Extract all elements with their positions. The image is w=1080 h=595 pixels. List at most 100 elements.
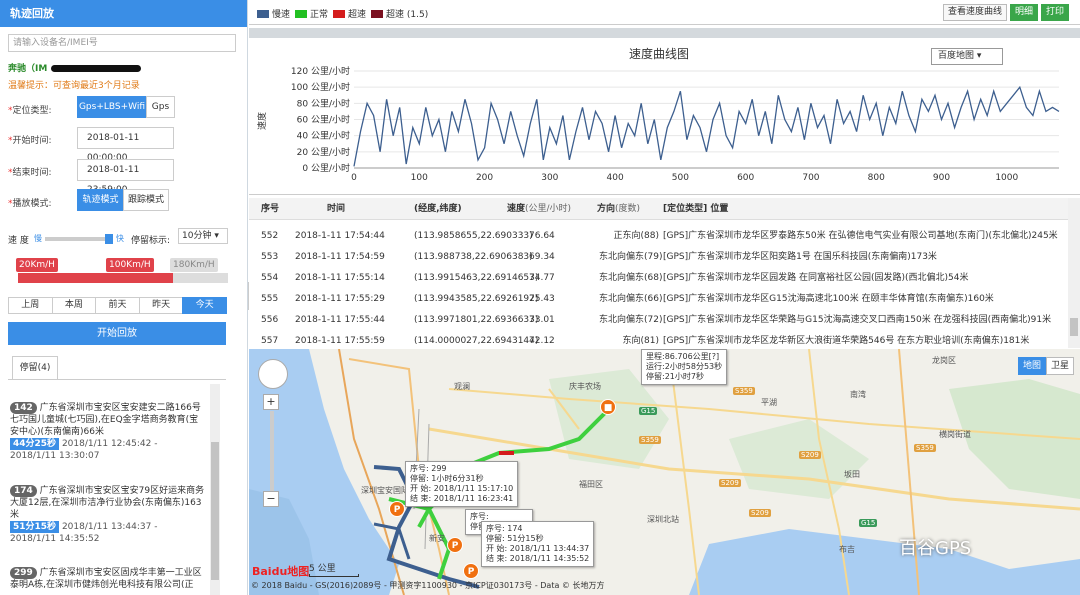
- col-speed: 速度(公里/小时): [507, 204, 572, 214]
- print-button[interactable]: 打印: [1041, 4, 1070, 21]
- legend-swatch: [257, 10, 269, 18]
- start-playback-button[interactable]: 开始回放: [8, 322, 226, 345]
- map-label: 深圳北站: [647, 515, 679, 524]
- y-tick-label: 120 公里/小时: [291, 65, 350, 77]
- map-label: 新安: [429, 534, 445, 543]
- start-time-input[interactable]: 2018-01-11 00:00:00: [77, 127, 174, 163]
- table-cell: (113.9858655,22.690333): [414, 231, 533, 241]
- slider-knob[interactable]: [105, 234, 113, 244]
- y-tick-label: 80 公里/小时: [297, 97, 350, 109]
- map-label: 福田区: [579, 480, 603, 489]
- table-cell: 552: [261, 231, 279, 241]
- parking-marker[interactable]: P: [463, 563, 479, 579]
- detail-button[interactable]: 明细: [1010, 4, 1039, 21]
- table-row[interactable]: 555 2018-1-11 17:55:29 (113.9943585,22.692…: [249, 289, 1069, 310]
- stop-item[interactable]: 299 广东省深圳市宝安区固戍华丰第一工业区泰明A栋,在深圳市健炜创光电科技有限…: [10, 567, 206, 591]
- table-cell: 2018-1-11 17:54:44: [295, 231, 385, 241]
- table-cell: 东北向偏东(66): [599, 294, 663, 304]
- left-panel: 轨迹回放 请输入设备名/IMEI号 奔驰（IM 温馨提示：可查询最近3个月记录 …: [0, 0, 248, 595]
- map-copyright: © 2018 Baidu - GS(2016)2089号 - 甲测资字11009…: [251, 581, 605, 590]
- stop-mark-select[interactable]: 10分钟 ▾: [178, 228, 228, 244]
- col-seq: 序号: [261, 204, 280, 214]
- locate-gps-button[interactable]: Gps: [146, 96, 175, 118]
- end-time-input[interactable]: 2018-01-11 23:59:00: [77, 159, 174, 195]
- track-mode-button[interactable]: 轨迹模式: [77, 189, 124, 211]
- stop-popup-174: 序号: 174 停留: 51分15秒开 始: 2018/1/11 13:44:37…: [481, 521, 595, 567]
- summary-popup: 里程:86.706公里[?] 运行:2小时58分53秒 停留:21小时7秒: [641, 349, 728, 385]
- slow-label: 慢: [34, 234, 42, 243]
- table-scrollbar[interactable]: [1068, 198, 1080, 348]
- map-label: 龙岗区: [932, 356, 956, 365]
- baidu-logo: Baidu地图: [252, 565, 310, 578]
- tab-satellite[interactable]: 卫星: [1045, 357, 1074, 375]
- device-search-input[interactable]: 请输入设备名/IMEI号: [8, 34, 236, 52]
- table-header: 序号 时间 (经度,纬度) 速度(公里/小时) 方向(度数) [定位类型] 位置: [249, 198, 1069, 220]
- x-tick-label: 800: [868, 173, 885, 183]
- pan-control[interactable]: [258, 359, 288, 389]
- table-cell: 2018-1-11 17:55:44: [295, 315, 385, 325]
- map-view[interactable]: 庆丰农场 深圳宝安国际机场 龙岗区 平湖 南湾 横岗街道 坂田 布吉 深圳北站 …: [249, 349, 1080, 595]
- stop-address: 广东省深圳市宝安区固戍华丰第一工业区泰明A栋,在深圳市健炜创光电科技有限公司(正: [10, 568, 202, 590]
- speed-flag-max[interactable]: 180Km/H: [170, 258, 218, 272]
- stop-number: 142: [10, 402, 37, 414]
- col-location: [定位类型] 位置: [663, 204, 729, 214]
- table-cell: [GPS]广东省深圳市龙华区G15沈海高速北100米 在颐丰华体育馆(东南偏东)…: [663, 294, 994, 304]
- device-label: 奔驰（IM: [8, 61, 142, 74]
- tab-this-week[interactable]: 本周: [51, 297, 97, 314]
- end-marker[interactable]: ■: [600, 399, 616, 415]
- divider: [249, 28, 1080, 38]
- follow-mode-button[interactable]: 跟踪模式: [123, 189, 169, 211]
- map-label: 南湾: [850, 390, 866, 399]
- y-tick-label: 100 公里/小时: [291, 81, 350, 93]
- legend-swatch: [333, 10, 345, 18]
- tab-stops[interactable]: 停留(4): [12, 356, 58, 380]
- parking-marker[interactable]: P: [389, 501, 405, 517]
- track-table: 序号 时间 (经度,纬度) 速度(公里/小时) 方向(度数) [定位类型] 位置…: [249, 198, 1080, 348]
- zoom-slider[interactable]: [270, 411, 274, 493]
- speed-slider[interactable]: [45, 234, 113, 244]
- stop-duration: 44分25秒: [10, 438, 60, 450]
- table-cell: [GPS]广东省深圳市龙华区罗泰路东50米 在弘德信电气实业有限公司基地(东南门…: [663, 231, 1058, 241]
- map-scale: 5 公里: [309, 561, 359, 577]
- table-cell: 553: [261, 252, 279, 262]
- view-speed-curve-button[interactable]: 查看速度曲线: [943, 4, 1008, 21]
- stop-popup-299: 序号: 299 停留: 1小时6分31秒开 始: 2018/1/11 15:17:…: [405, 461, 519, 507]
- legend-swatch: [371, 10, 383, 18]
- tab-map[interactable]: 地图: [1017, 357, 1046, 375]
- tab-yesterday[interactable]: 昨天: [138, 297, 184, 314]
- table-cell: [GPS]广东省深圳市龙华区园发路 在同富裕社区公园(园发路)(西北偏北)54米: [663, 273, 969, 283]
- speed-series-line: [353, 85, 1060, 167]
- tab-day-before[interactable]: 前天: [95, 297, 140, 314]
- table-row[interactable]: 553 2018-1-11 17:54:59 (113.988738,22.6906…: [249, 247, 1069, 268]
- tip-text: 温馨提示：可查询最近3个月记录: [8, 81, 140, 91]
- road-badge: S359: [639, 436, 661, 444]
- chart-title: 速度曲线图: [629, 47, 690, 61]
- stop-item[interactable]: 142 广东省深圳市宝安区宝安建安二路166号七巧国儿童城(七巧园),在EQ金字…: [10, 402, 206, 462]
- legend-overspeed-dark: 超速 (1.5): [371, 7, 428, 20]
- play-mode-label: *播放模式:: [8, 199, 52, 209]
- x-tick-label: 1000: [995, 173, 1018, 183]
- stop-item[interactable]: 174 广东省深圳市宝安区宝安79区好运来商务大厦12层,在深圳市洁净行业协会(…: [10, 485, 206, 545]
- col-direction: 方向(度数): [597, 204, 641, 214]
- parking-marker[interactable]: P: [447, 537, 463, 553]
- legend-bar: 慢速 正常 超速 超速 (1.5) 查看速度曲线 明细 打印: [249, 0, 1080, 25]
- locate-gps-lbs-wifi-button[interactable]: Gps+LBS+Wifi: [77, 96, 147, 118]
- zoom-out-button[interactable]: −: [263, 491, 279, 507]
- table-row[interactable]: 552 2018-1-11 17:54:44 (113.9858655,22.690…: [249, 226, 1069, 247]
- road-badge: G15: [859, 519, 878, 527]
- redacted-imei: [51, 65, 142, 72]
- map-source-select[interactable]: 百度地图 ▾: [931, 48, 1003, 65]
- road-badge: S359: [733, 387, 755, 395]
- speed-flag-low[interactable]: 20Km/H: [16, 258, 58, 272]
- stops-scrollbar[interactable]: [210, 384, 220, 595]
- zoom-in-button[interactable]: +: [263, 394, 279, 410]
- table-row[interactable]: 556 2018-1-11 17:55:44 (113.9971801,22.693…: [249, 310, 1069, 331]
- tab-today[interactable]: 今天: [182, 297, 227, 314]
- table-row[interactable]: 554 2018-1-11 17:55:14 (113.9915463,22.691…: [249, 268, 1069, 289]
- tab-last-week[interactable]: 上周: [8, 297, 53, 314]
- table-cell: 东北向偏东(79): [599, 252, 663, 262]
- table-cell: [GPS]广东省深圳市龙华区华荣路与G15沈海高速交叉口西南150米 在龙强科技…: [663, 315, 1052, 325]
- speed-flag-high[interactable]: 100Km/H: [106, 258, 154, 272]
- speed-range-bar[interactable]: [18, 273, 228, 283]
- stop-mark-label: 停留标示:: [131, 236, 171, 246]
